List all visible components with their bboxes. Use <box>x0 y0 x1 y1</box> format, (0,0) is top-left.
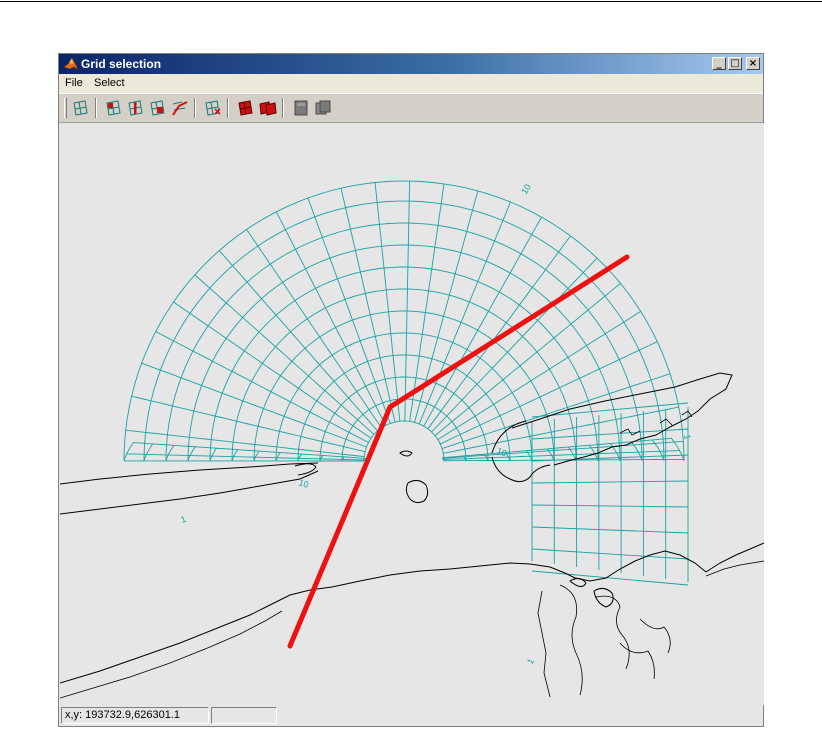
menu-file[interactable]: File <box>65 77 83 90</box>
coastline-west-south <box>60 470 319 515</box>
polyline-select-button[interactable] <box>170 98 190 118</box>
grid-line <box>209 266 599 462</box>
grid-plot-area[interactable]: 10 10 10 1 1 1 <box>60 123 764 705</box>
toolbar-separator <box>194 98 196 118</box>
status-bar: x,y: 193732.9,626301.1 <box>59 705 763 726</box>
polyline-select-icon <box>172 101 188 116</box>
grid-line <box>531 548 689 560</box>
toolbar-separator <box>282 98 284 118</box>
grid-select-line-button[interactable] <box>126 98 146 118</box>
estuary-inlets <box>537 584 671 698</box>
grid-label: 1 <box>525 657 536 666</box>
layers-icon <box>315 100 331 115</box>
island-medium <box>405 479 429 504</box>
layer-button[interactable] <box>291 98 311 118</box>
grid-line <box>143 200 665 462</box>
grid-select-icon <box>106 100 121 116</box>
grid-labels: 10 10 10 1 1 1 <box>179 182 692 666</box>
grid-line <box>531 570 689 586</box>
close-button[interactable]: × <box>746 57 760 70</box>
grid-select-area-button[interactable] <box>148 98 168 118</box>
island-east <box>569 577 614 608</box>
grid-select-area-icon <box>150 100 165 116</box>
grid-plot[interactable]: 10 10 10 1 1 1 <box>60 123 764 705</box>
grid-line <box>297 354 511 462</box>
top-divider <box>0 1 822 2</box>
toolbar <box>59 93 763 123</box>
coordinate-readout: x,y: 193732.9,626301.1 <box>61 707 209 724</box>
grid-line <box>165 222 643 462</box>
grid-point-icon <box>73 100 88 116</box>
layer-icon <box>294 100 308 116</box>
toolbar-separator <box>95 98 97 118</box>
grid-line <box>418 201 511 425</box>
grid-line <box>531 504 689 508</box>
grid-selection-window: Grid selection _ □ × File Select 10 10 1… <box>58 53 764 727</box>
layers-button[interactable] <box>313 98 333 118</box>
grid-label: 1 <box>682 434 693 441</box>
south-coast-inner <box>60 610 283 699</box>
south-coast <box>60 550 707 684</box>
grid-fill-all-icon <box>259 101 277 116</box>
grid-fill-button[interactable] <box>236 98 256 118</box>
toolbar-grip[interactable] <box>64 98 67 118</box>
grid-line <box>319 376 489 462</box>
menu-bar: File Select <box>59 74 763 93</box>
toolbar-separator <box>227 98 229 118</box>
grid-line <box>231 288 577 462</box>
grid-select-button[interactable] <box>104 98 124 118</box>
matlab-icon <box>63 57 79 71</box>
island-small <box>399 450 413 457</box>
grid-label: 10 <box>297 477 310 490</box>
east-coast-inner <box>705 560 764 577</box>
status-secondary-field <box>211 707 277 724</box>
grid-point-button[interactable] <box>71 98 91 118</box>
title-bar[interactable]: Grid selection _ □ × <box>59 54 763 74</box>
grid-line <box>155 331 369 443</box>
maximize-button[interactable]: □ <box>728 57 742 70</box>
grid-fill-icon <box>238 100 253 116</box>
curvilinear-grid <box>123 180 689 586</box>
grid-line <box>374 182 401 422</box>
grid-deselect-button[interactable] <box>203 98 223 118</box>
grid-fill-all-button[interactable] <box>258 98 278 118</box>
grid-label: 10 <box>495 446 508 459</box>
grid-select-line-icon <box>128 100 143 116</box>
grid-label: 1 <box>179 514 187 525</box>
grid-line <box>404 181 411 422</box>
grid-line <box>246 229 382 429</box>
grid-line <box>443 440 684 459</box>
grid-line <box>173 301 372 439</box>
grid-line <box>531 480 689 484</box>
grid-line <box>141 362 367 448</box>
grid-label: 10 <box>519 182 533 196</box>
east-coast <box>705 542 764 573</box>
grid-line <box>218 250 378 432</box>
window-title: Grid selection <box>81 57 162 71</box>
grid-line <box>126 453 365 461</box>
coastline-west-north <box>60 462 319 485</box>
grid-deselect-icon <box>205 100 221 116</box>
grid-line <box>275 211 387 426</box>
minimize-button[interactable]: _ <box>712 57 726 70</box>
menu-select[interactable]: Select <box>94 77 125 90</box>
grid-line <box>531 526 689 534</box>
